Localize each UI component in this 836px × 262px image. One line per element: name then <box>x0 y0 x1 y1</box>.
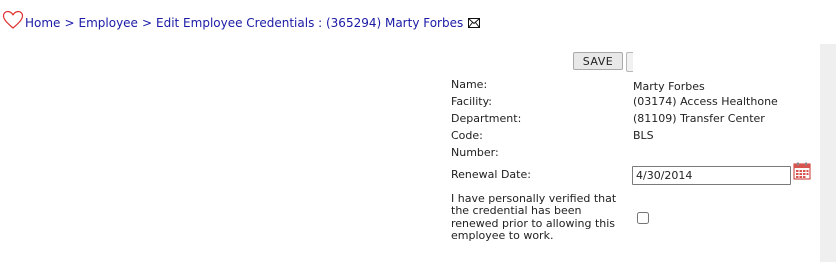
renewal-date-label: Renewal Date: <box>451 168 531 181</box>
breadcrumb-employee-link[interactable]: Employee <box>79 16 138 30</box>
department-value: (81109) Transfer Center <box>633 112 765 125</box>
renewal-date-input[interactable] <box>632 166 791 185</box>
name-value: Marty Forbes <box>633 80 705 93</box>
department-label: Department: <box>451 112 522 125</box>
verify-checkbox[interactable] <box>637 212 649 224</box>
facility-label: Facility: <box>451 95 493 108</box>
secondary-button[interactable] <box>626 52 633 72</box>
breadcrumb-home-link[interactable]: Home <box>25 16 60 30</box>
verify-statement: I have personally verified that the cred… <box>451 192 617 242</box>
calendar-icon[interactable] <box>793 162 811 180</box>
heart-outline-icon <box>2 10 24 29</box>
code-label: Code: <box>451 129 483 142</box>
breadcrumb-current-page: Edit Employee Credentials : (365294) Mar… <box>156 16 464 30</box>
name-label: Name: <box>451 78 488 91</box>
facility-value: (03174) Access Healthone <box>633 95 778 108</box>
breadcrumb-separator: > <box>141 16 152 30</box>
code-value: BLS <box>633 129 654 142</box>
number-label: Number: <box>451 146 499 159</box>
page-scrollbar[interactable] <box>820 44 836 262</box>
save-button[interactable]: SAVE <box>573 52 623 70</box>
breadcrumb-separator: > <box>64 16 75 30</box>
breadcrumb: Home > Employee > Edit Employee Credenti… <box>2 8 481 30</box>
envelope-icon[interactable] <box>468 18 481 28</box>
